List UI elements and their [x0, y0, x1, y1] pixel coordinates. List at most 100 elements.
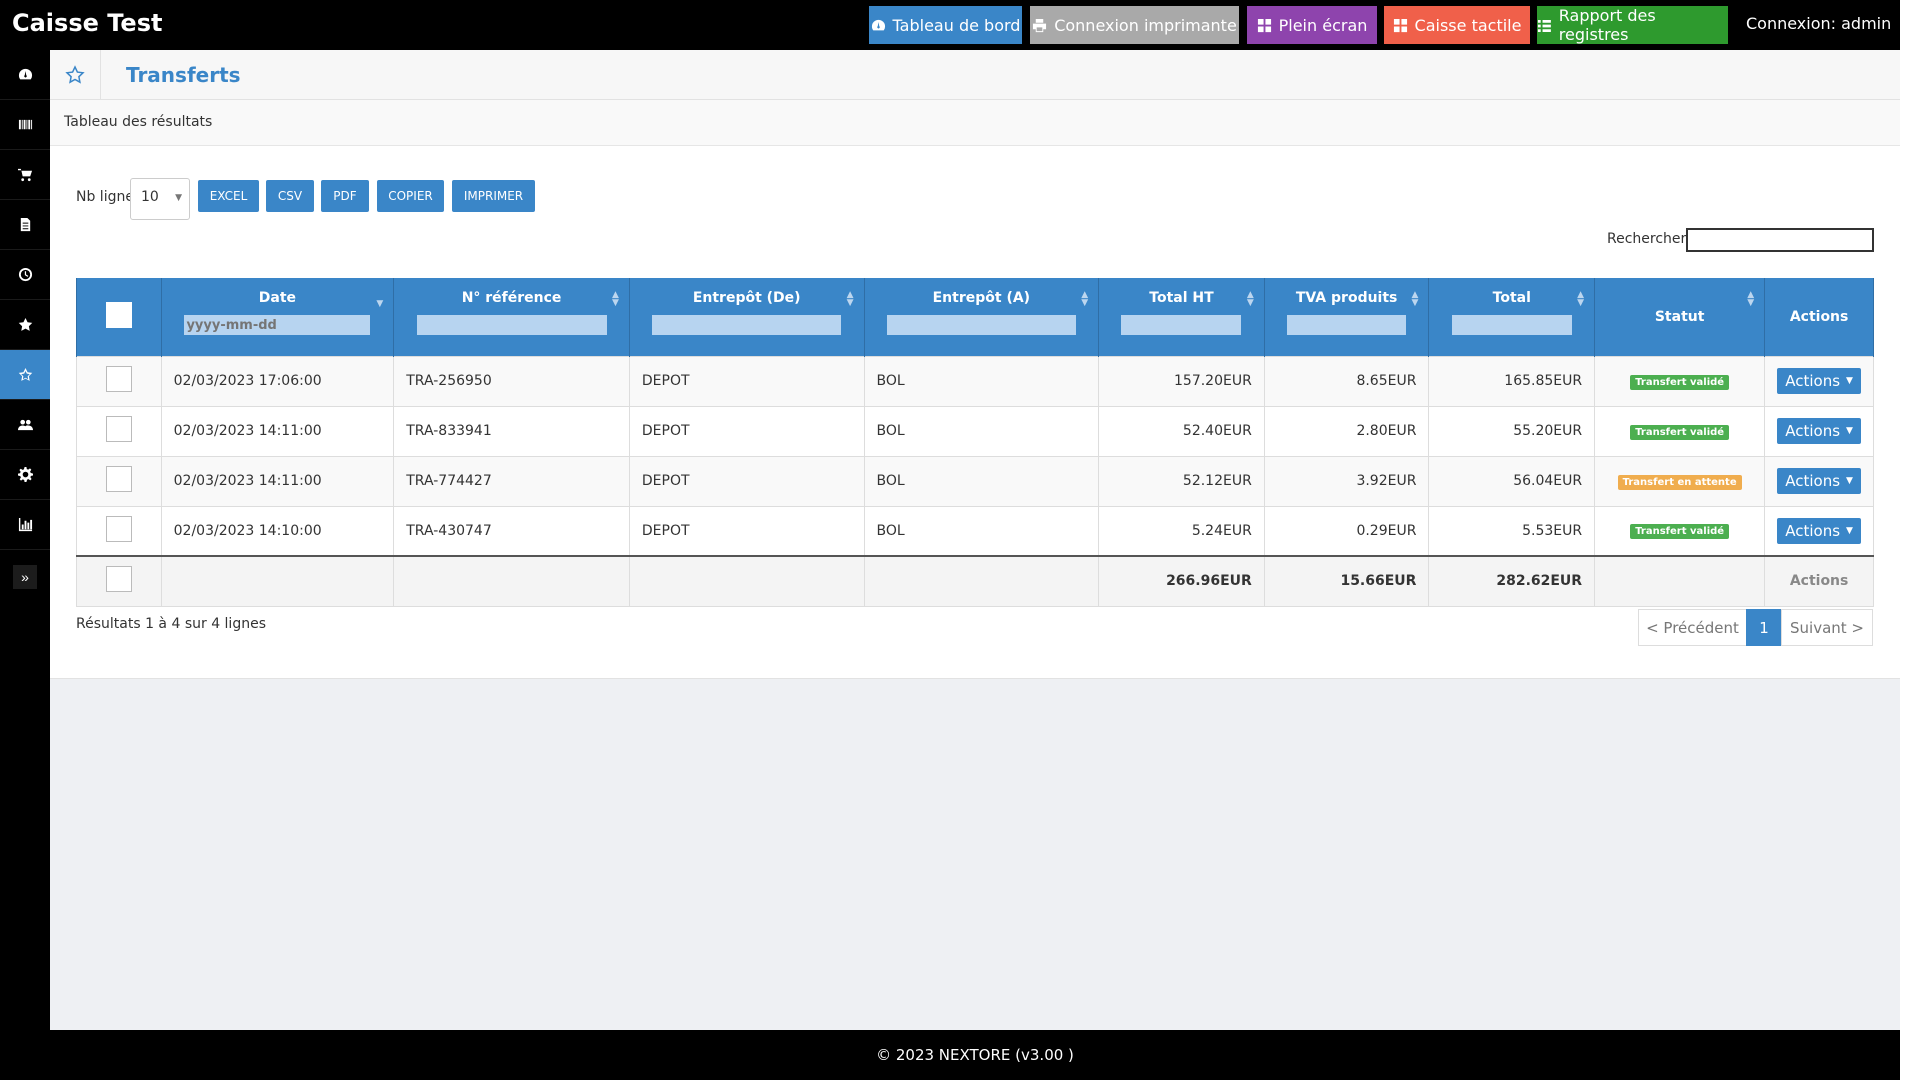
table-row[interactable]: 02/03/2023 17:06:00 TRA-256950 DEPOT BOL…: [76, 355, 1874, 407]
row-checkbox[interactable]: [105, 515, 132, 542]
table-row[interactable]: 02/03/2023 14:11:00 TRA-774427 DEPOT BOL…: [76, 455, 1874, 507]
sidebar-item-customers[interactable]: [0, 400, 50, 450]
row-actions-button[interactable]: Actions ▼: [1777, 468, 1861, 494]
reference-filter-input[interactable]: [416, 315, 607, 335]
search-input[interactable]: [1686, 228, 1874, 252]
bar-chart-icon: [18, 517, 32, 532]
row-checkbox[interactable]: [105, 466, 132, 492]
row-actions-label: Actions: [1785, 521, 1841, 540]
total-ht-cell: 5.24EUR: [1098, 505, 1265, 557]
table-row[interactable]: 02/03/2023 14:10:00 TRA-430747 DEPOT BOL…: [76, 505, 1874, 557]
sort-desc-icon: ▼: [376, 299, 384, 309]
clock-icon: [18, 267, 32, 282]
column-header-date[interactable]: Date ▼: [160, 278, 395, 356]
column-header-status[interactable]: Statut ▲ ▼: [1594, 278, 1766, 356]
top-bar: Caisse Test Tableau de bord Connexion im…: [0, 0, 1900, 50]
sidebar-toggle[interactable]: »: [13, 565, 37, 589]
copy-button[interactable]: COPIER: [377, 180, 444, 212]
sidebar-item-dashboard[interactable]: [0, 50, 50, 100]
caret-down-icon: ▼: [1846, 525, 1853, 536]
sidebar-item-transfers[interactable]: [0, 350, 50, 400]
row-checkbox[interactable]: [105, 366, 132, 392]
row-actions-button[interactable]: Actions ▼: [1777, 368, 1861, 394]
scrollbar[interactable]: [1900, 0, 1920, 1080]
status-badge: Transfert validé: [1630, 374, 1730, 390]
list-icon: [1537, 19, 1551, 32]
tva-cell: 0.29EUR: [1263, 505, 1430, 557]
main-content: Transferts Tableau des résultats Nb lign…: [50, 50, 1900, 1030]
column-header-total[interactable]: Total ▲ ▼: [1428, 278, 1596, 356]
gear-icon: [17, 467, 33, 482]
tva-cell: 8.65EUR: [1263, 355, 1430, 407]
warehouse-from-cell: DEPOT: [628, 355, 865, 407]
page-title: Transferts: [126, 63, 241, 87]
user-connection[interactable]: Connexion: admin: [1746, 14, 1891, 33]
total-ht-filter-input[interactable]: [1121, 315, 1242, 335]
sidebar-item-documents[interactable]: [0, 200, 50, 250]
star-outline-icon: [18, 367, 32, 381]
sidebar-item-settings[interactable]: [0, 450, 50, 500]
footer-checkbox[interactable]: [105, 566, 132, 593]
column-label-status: Statut: [1654, 308, 1705, 325]
column-label-reference: N° référence: [461, 290, 562, 306]
date-filter-input[interactable]: [184, 315, 371, 335]
sidebar-item-products[interactable]: [0, 100, 50, 150]
touch-register-button[interactable]: Caisse tactile: [1384, 6, 1530, 44]
warehouse-to-cell: BOL: [863, 455, 1100, 507]
warehouse-to-filter-input[interactable]: [886, 315, 1076, 335]
printer-icon: [1033, 18, 1047, 32]
star-outline-icon: [65, 65, 85, 84]
warehouse-from-filter-input[interactable]: [652, 315, 842, 335]
users-icon: [17, 419, 33, 431]
dashboard-button[interactable]: Tableau de bord: [869, 6, 1022, 44]
export-csv-button[interactable]: CSV: [266, 180, 314, 212]
column-label-tva: TVA produits: [1295, 290, 1398, 306]
column-header-tva[interactable]: TVA produits ▲ ▼: [1263, 278, 1430, 356]
date-cell: 02/03/2023 14:11:00: [160, 405, 395, 457]
column-header-warehouse-from[interactable]: Entrepôt (De) ▲ ▼: [628, 278, 865, 356]
row-actions-button[interactable]: Actions ▼: [1777, 418, 1861, 444]
printer-connect-button[interactable]: Connexion imprimante: [1030, 6, 1239, 44]
transfers-table: Date ▼ N° référence ▲▼ Entrepôt (De) ▲▼: [76, 278, 1874, 607]
favorite-toggle[interactable]: [50, 50, 101, 100]
date-cell: 02/03/2023 14:11:00: [160, 455, 395, 507]
footer-empty-cell: [1594, 555, 1766, 607]
sidebar-item-sales[interactable]: [0, 150, 50, 200]
export-pdf-button[interactable]: PDF: [321, 180, 369, 212]
warehouse-to-cell: BOL: [863, 505, 1100, 557]
rows-per-page-select[interactable]: 10 ▼: [130, 178, 190, 220]
row-actions-button[interactable]: Actions ▼: [1777, 517, 1861, 544]
column-header-reference[interactable]: N° référence ▲ ▼: [393, 278, 630, 356]
column-label-warehouse-from: Entrepôt (De): [692, 290, 801, 306]
row-checkbox[interactable]: [105, 416, 132, 442]
printer-connect-label: Connexion imprimante: [1054, 15, 1237, 35]
status-badge: Transfert validé: [1630, 524, 1730, 540]
print-button[interactable]: IMPRIMER: [452, 180, 535, 212]
column-header-warehouse-to[interactable]: Entrepôt (A) ▲ ▼: [863, 278, 1100, 356]
sidebar-item-history[interactable]: [0, 250, 50, 300]
grid-icon: [1393, 18, 1407, 32]
prev-page-button[interactable]: < Précédent: [1638, 609, 1747, 646]
fullscreen-button[interactable]: Plein écran: [1247, 6, 1377, 44]
status-cell: Transfert validé: [1594, 505, 1766, 557]
warehouse-from-cell: DEPOT: [628, 455, 865, 507]
total-filter-input[interactable]: [1451, 315, 1572, 335]
results-card: Tableau des résultats Nb ligne 10 ▼ EXCE…: [50, 100, 1900, 679]
reference-cell: TRA-256950: [393, 355, 630, 407]
next-page-button[interactable]: Suivant >: [1781, 609, 1873, 646]
actions-cell: Actions ▼: [1764, 405, 1874, 457]
sort-icon: ▲ ▼: [1246, 290, 1254, 308]
total-ht-cell: 157.20EUR: [1098, 355, 1265, 407]
sidebar-item-favorites[interactable]: [0, 300, 50, 350]
column-header-total-ht[interactable]: Total HT ▲ ▼: [1098, 278, 1265, 356]
export-excel-button[interactable]: EXCEL: [198, 180, 259, 212]
table-row[interactable]: 02/03/2023 14:11:00 TRA-833941 DEPOT BOL…: [76, 405, 1874, 457]
total-cell: 165.85EUR: [1428, 355, 1596, 407]
page-1-button[interactable]: 1: [1746, 609, 1782, 646]
select-all-checkbox[interactable]: [105, 301, 132, 328]
column-label-warehouse-to: Entrepôt (A): [932, 290, 1031, 306]
sidebar-item-reports[interactable]: [0, 500, 50, 550]
tva-filter-input[interactable]: [1287, 315, 1407, 335]
dashboard-icon: [871, 19, 885, 30]
register-report-button[interactable]: Rapport des registres: [1537, 6, 1728, 44]
